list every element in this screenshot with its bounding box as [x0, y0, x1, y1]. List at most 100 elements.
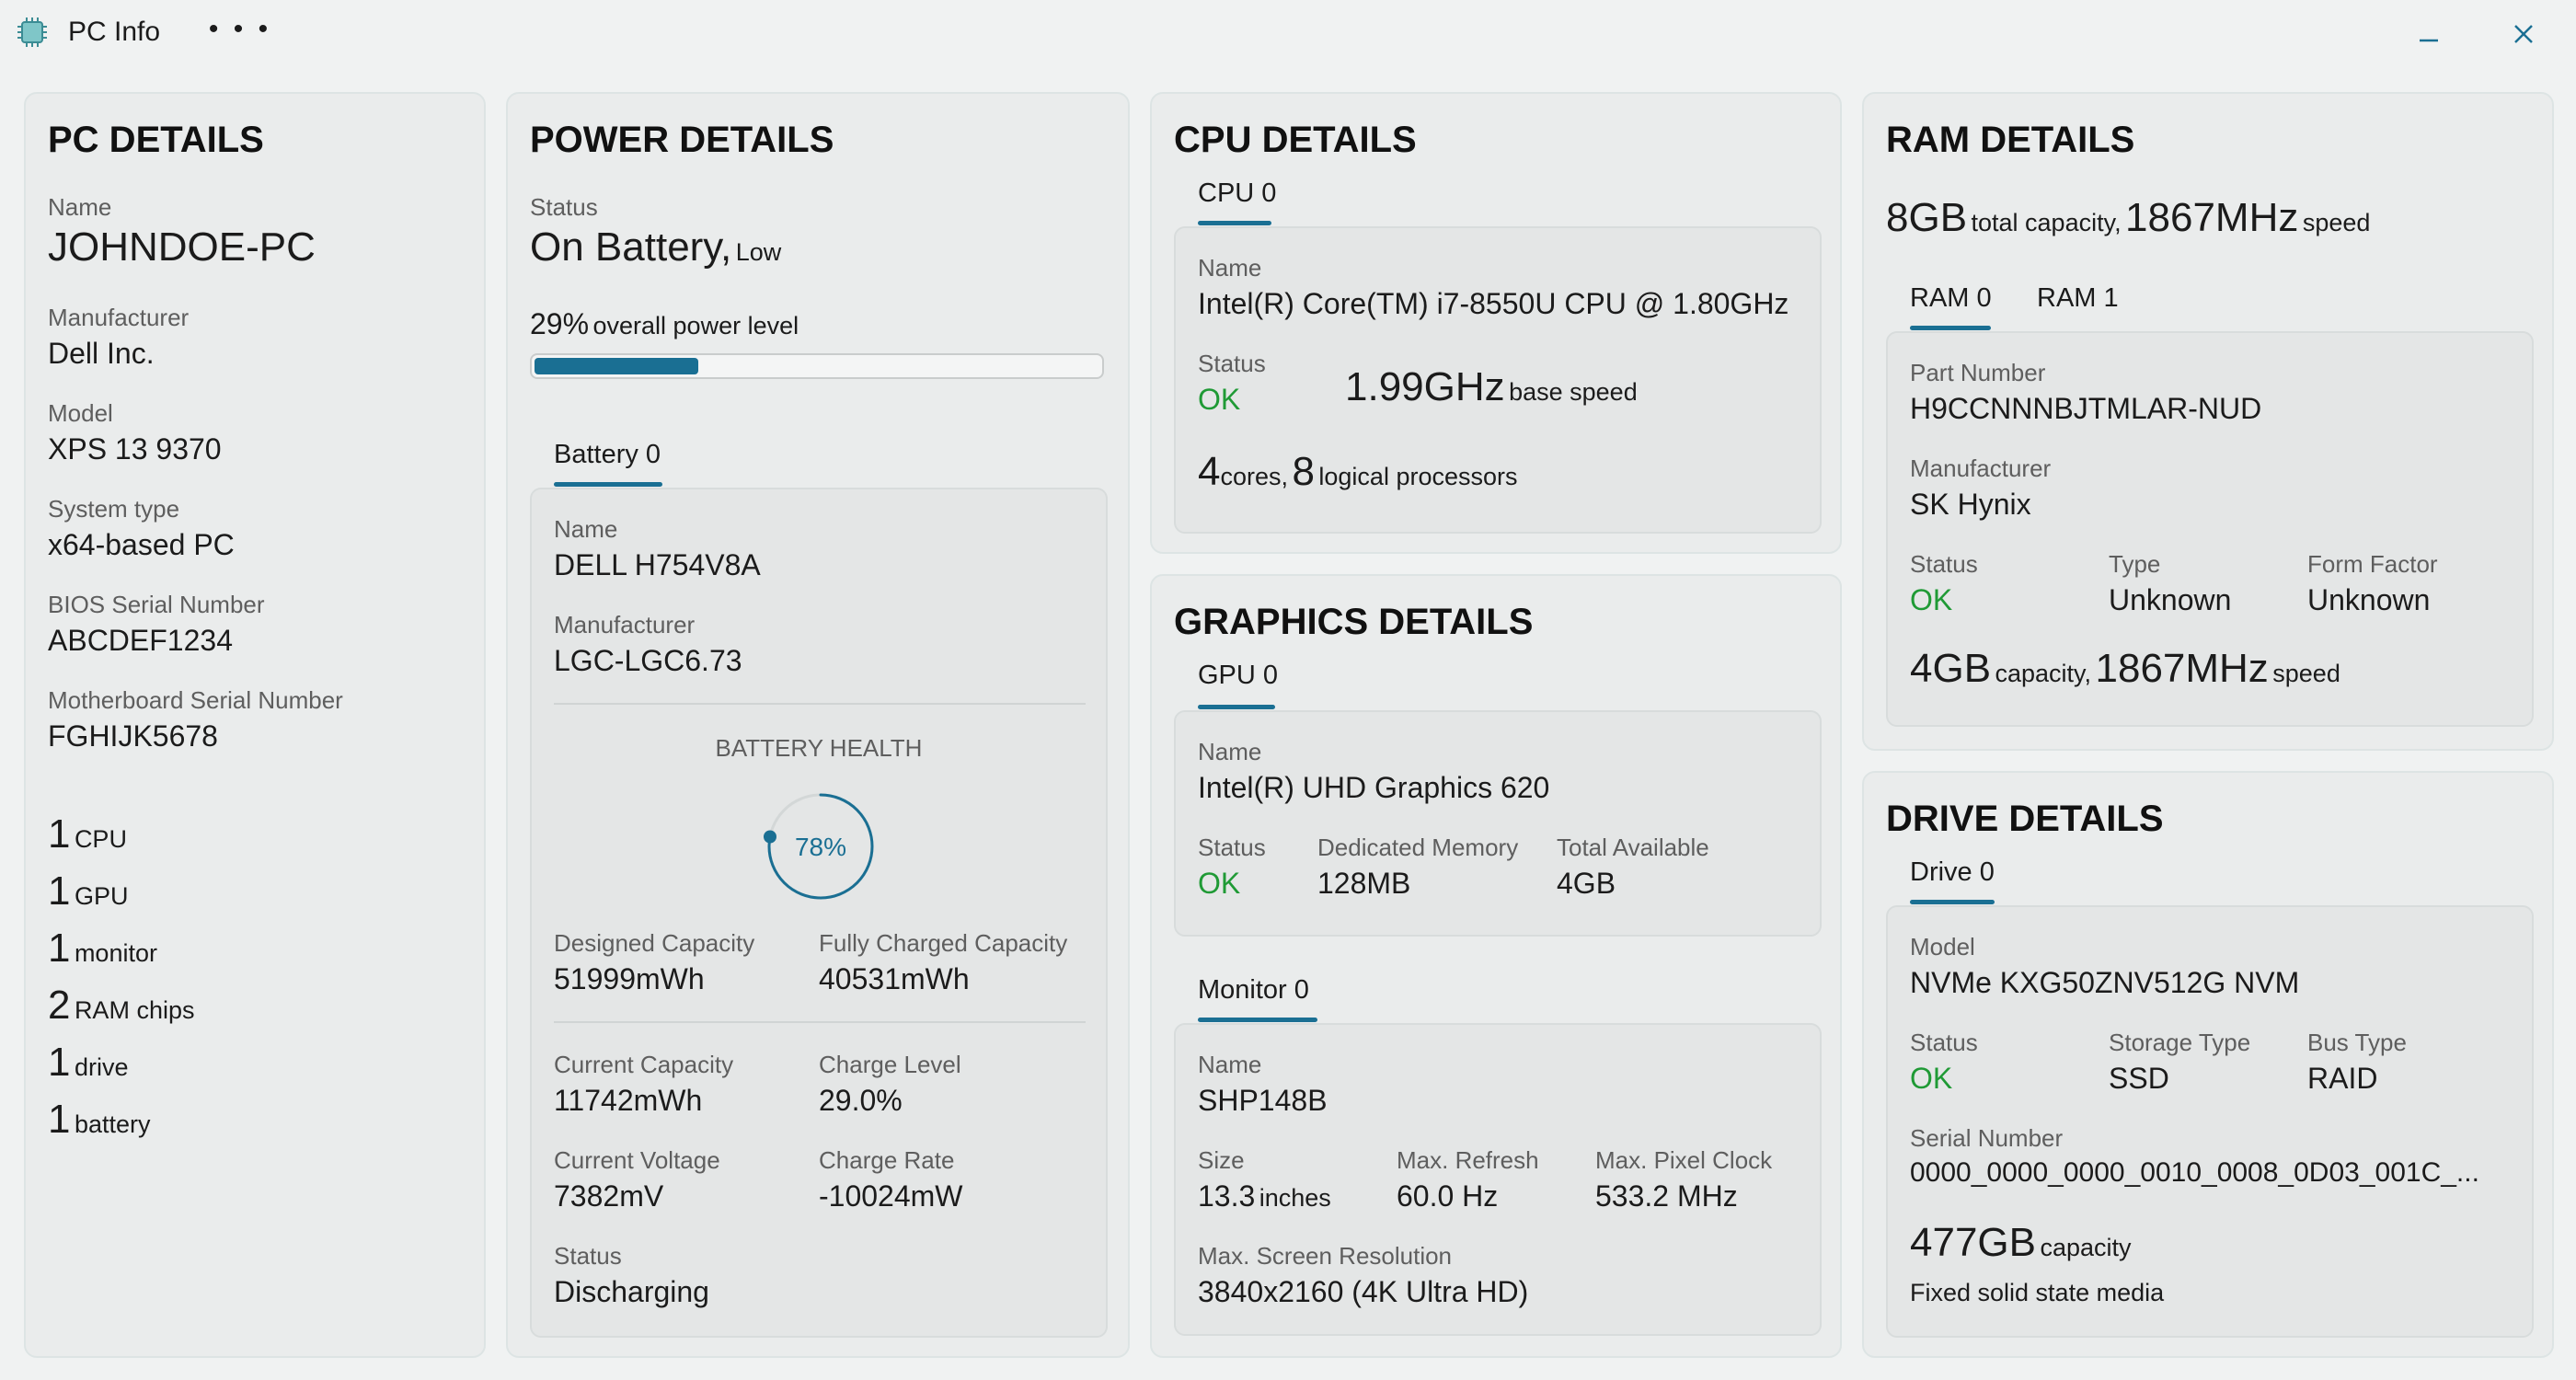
tab-active-indicator	[554, 482, 662, 487]
cpu-card: Name Intel(R) Core(TM) i7-8550U CPU @ 1.…	[1174, 226, 1822, 534]
battery-manufacturer-label: Manufacturer	[554, 611, 696, 638]
divider	[554, 1021, 1086, 1023]
tab-ram-0[interactable]: RAM 0	[1910, 283, 1992, 314]
current-capacity-label: Current Capacity	[554, 1051, 734, 1078]
cpu-name-label: Name	[1198, 254, 1262, 282]
tab-gpu-0[interactable]: GPU 0	[1198, 661, 1278, 691]
designed-capacity-label: Designed Capacity	[554, 929, 755, 957]
gpu-name-label: Name	[1198, 738, 1262, 765]
panel-heading: GRAPHICS DETAILS	[1174, 602, 1534, 642]
ram-summary: 8GB total capacity, 1867MHz speed	[1886, 195, 2371, 240]
gpu-status-value: OK	[1198, 867, 1241, 900]
chip-icon	[17, 17, 47, 47]
gpu-status-label: Status	[1198, 834, 1266, 861]
panel-heading: RAM DETAILS	[1886, 120, 2135, 160]
power-level-fill	[535, 358, 699, 374]
battery-status-label: Status	[554, 1242, 622, 1270]
tab-monitor-0[interactable]: Monitor 0	[1198, 975, 1309, 1006]
cpu-base-speed: 1.99GHz base speed	[1345, 364, 1638, 409]
dedicated-memory-value: 128MB	[1317, 867, 1411, 900]
drive-status-value: OK	[1910, 1062, 1953, 1095]
panel-heading: POWER DETAILS	[530, 120, 834, 160]
ram-chip-summary: 4GB capacity, 1867MHz speed	[1910, 646, 2340, 691]
pc-name-label: Name	[48, 193, 112, 221]
tab-active-indicator	[1198, 1018, 1317, 1022]
cpu-status-label: Status	[1198, 350, 1266, 377]
drive-card: Model NVMe KXG50ZNV512G NVM Status OK St…	[1886, 905, 2534, 1338]
battery-count: 1 battery	[48, 1097, 151, 1142]
full-capacity-label: Fully Charged Capacity	[819, 929, 1068, 957]
gpu-name-value: Intel(R) UHD Graphics 620	[1198, 771, 1550, 804]
ram-chip-count: 2 RAM chips	[48, 983, 195, 1028]
voltage-label: Current Voltage	[554, 1146, 720, 1174]
tab-cpu-0[interactable]: CPU 0	[1198, 178, 1276, 209]
tab-active-indicator	[1910, 900, 1995, 904]
monitor-size-value: 13.3 inches	[1198, 1179, 1331, 1213]
bios-serial-value: ABCDEF1234	[48, 624, 233, 657]
max-pixel-clock-label: Max. Pixel Clock	[1595, 1146, 1773, 1174]
graphics-details-panel: GRAPHICS DETAILS GPU 0 Name Intel(R) UHD…	[1150, 574, 1842, 1358]
max-resolution-value: 3840x2160 (4K Ultra HD)	[1198, 1275, 1529, 1308]
manufacturer-value: Dell Inc.	[48, 337, 155, 370]
monitor-card: Name SHP148B Size 13.3 inches Max. Refre…	[1174, 1023, 1822, 1336]
tab-ram-1[interactable]: RAM 1	[2037, 283, 2119, 314]
part-number-value: H9CCNNNBJTMLAR-NUD	[1910, 392, 2262, 425]
max-resolution-label: Max. Screen Resolution	[1198, 1242, 1453, 1270]
ram-status-label: Status	[1910, 550, 1978, 578]
battery-name-label: Name	[554, 515, 618, 543]
more-options-button[interactable]: • • •	[208, 11, 272, 53]
power-level-bar	[530, 353, 1104, 379]
battery-status-value: Discharging	[554, 1275, 709, 1308]
battery-manufacturer-value: LGC-LGC6.73	[554, 644, 742, 677]
power-status-label: Status	[530, 193, 598, 221]
tab-active-indicator	[1198, 705, 1275, 709]
cpu-core-count: 4cores, 8 logical processors	[1198, 449, 1518, 494]
title-bar: PC Info • • •	[0, 0, 2576, 74]
bios-serial-label: BIOS Serial Number	[48, 591, 265, 618]
model-value: XPS 13 9370	[48, 432, 222, 466]
battery-name-value: DELL H754V8A	[554, 548, 761, 581]
form-factor-value: Unknown	[2307, 583, 2431, 616]
cpu-name-value: Intel(R) Core(TM) i7-8550U CPU @ 1.80GHz	[1198, 287, 1789, 320]
charge-level-value: 29.0%	[819, 1084, 903, 1117]
power-level-text: 29% overall power level	[530, 307, 799, 340]
drive-media-type: Fixed solid state media	[1910, 1279, 2165, 1306]
drive-model-label: Model	[1910, 933, 1975, 960]
cpu-status-value: OK	[1198, 383, 1241, 416]
max-pixel-clock-value: 533.2 MHz	[1595, 1179, 1738, 1213]
panel-heading: CPU DETAILS	[1174, 120, 1417, 160]
ram-type-value: Unknown	[2109, 583, 2232, 616]
monitor-name-value: SHP148B	[1198, 1084, 1328, 1117]
battery-health-value: 78%	[795, 833, 846, 861]
tab-drive-0[interactable]: Drive 0	[1910, 857, 1995, 888]
max-refresh-value: 60.0 Hz	[1397, 1179, 1499, 1213]
gpu-card: Name Intel(R) UHD Graphics 620 Status OK…	[1174, 710, 1822, 937]
voltage-value: 7382mV	[554, 1179, 664, 1213]
battery-health-ring: 78%	[764, 793, 874, 900]
monitor-size-label: Size	[1198, 1146, 1245, 1174]
ram-card: Part Number H9CCNNNBJTMLAR-NUD Manufactu…	[1886, 331, 2534, 727]
tab-active-indicator	[1198, 221, 1271, 225]
drive-status-label: Status	[1910, 1029, 1978, 1056]
drive-capacity: 477GB capacity	[1910, 1220, 2132, 1265]
model-label: Model	[48, 399, 113, 427]
window-title: PC Info	[68, 17, 161, 47]
motherboard-serial-label: Motherboard Serial Number	[48, 686, 343, 714]
tab-battery-0[interactable]: Battery 0	[554, 440, 661, 470]
minimize-button[interactable]	[2401, 9, 2456, 61]
monitor-name-label: Name	[1198, 1051, 1262, 1078]
divider	[554, 703, 1086, 705]
dedicated-memory-label: Dedicated Memory	[1317, 834, 1519, 861]
drive-model-value: NVMe KXG50ZNV512G NVM	[1910, 966, 2300, 999]
cpu-details-panel: CPU DETAILS CPU 0 Name Intel(R) Core(TM)…	[1150, 92, 1842, 554]
gpu-count: 1 GPU	[48, 868, 129, 914]
battery-card: Name DELL H754V8A Manufacturer LGC-LGC6.…	[530, 488, 1108, 1338]
tab-active-indicator	[1910, 326, 1991, 330]
battery-health-label: BATTERY HEALTH	[715, 734, 923, 762]
designed-capacity-value: 51999mWh	[554, 962, 705, 995]
bus-type-value: RAID	[2307, 1062, 2378, 1095]
close-button[interactable]	[2495, 9, 2550, 61]
charge-level-label: Charge Level	[819, 1051, 961, 1078]
storage-type-value: SSD	[2109, 1062, 2169, 1095]
pc-details-panel: PC DETAILS Name JOHNDOE-PC Manufacturer …	[24, 92, 486, 1358]
